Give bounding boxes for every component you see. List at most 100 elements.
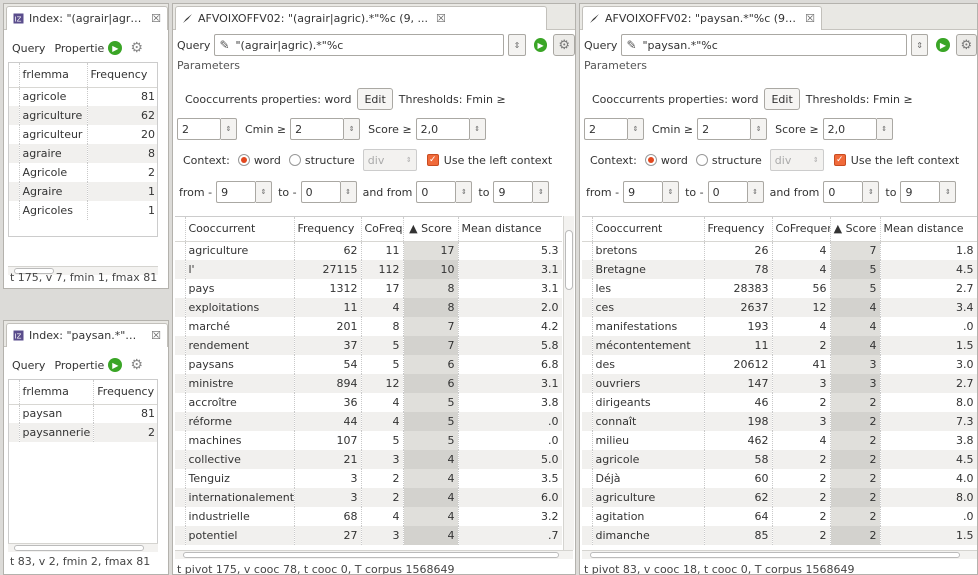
cmin-field[interactable]: 2	[290, 118, 345, 140]
to2-field[interactable]: 9	[493, 181, 534, 203]
table-row[interactable]: internationalement 3 2 4 6.0	[175, 488, 562, 507]
to-field[interactable]: 0	[707, 181, 748, 203]
wand-icon[interactable]: ✎	[626, 38, 636, 52]
to2-spinner[interactable]: ⇕	[940, 181, 957, 203]
index-hscroll[interactable]	[8, 543, 158, 552]
table-row[interactable]: agriculture 62 11 17 5.3	[175, 241, 562, 260]
fmin-spinner[interactable]: ⇕	[221, 118, 237, 140]
table-row[interactable]: Agraire 1	[9, 182, 157, 201]
structure-select[interactable]: div ⇕	[362, 149, 417, 171]
table-row[interactable]: exploitations 11 4 8 2.0	[175, 298, 562, 317]
structure-radio[interactable]	[288, 154, 301, 166]
table-row[interactable]: potentiel 27 3 4.7	[175, 526, 562, 545]
column-header-frlemma[interactable]: frlemma	[19, 380, 95, 405]
cooccurrence-hscroll[interactable]	[582, 550, 977, 559]
table-row[interactable]: connaît 198 3 2 7.3	[582, 412, 977, 431]
table-row[interactable]: marché 201 8 7 4.2	[175, 317, 562, 336]
cooccurrence-vscroll[interactable]	[563, 216, 574, 550]
structure-select[interactable]: div ⇕	[769, 149, 824, 171]
tab-cooccurrence-paysan[interactable]: AFVOIXOFFV02: "paysan.*"%c (9, 9) ☒	[582, 6, 822, 30]
table-row[interactable]: bretons 26 4 7 1.8	[582, 241, 977, 260]
structure-radio[interactable]	[695, 154, 708, 166]
table-row[interactable]: Déjà 60 2 2 4.0	[582, 469, 977, 488]
query-input[interactable]: ✎ "paysan.*"%c	[621, 34, 907, 56]
and-from-field[interactable]: 0	[416, 181, 457, 203]
table-row[interactable]: paysans 54 5 6 6.8	[175, 355, 562, 374]
column-header-cooccurrent[interactable]: Cooccurrent	[185, 217, 295, 242]
gear-icon[interactable]: ⚙	[553, 34, 575, 56]
and-from-field[interactable]: 0	[823, 181, 864, 203]
close-icon[interactable]: ☒	[151, 329, 161, 342]
to2-spinner[interactable]: ⇕	[533, 181, 550, 203]
table-row[interactable]: ministre 894 12 6 3.1	[175, 374, 562, 393]
word-radio[interactable]	[237, 154, 250, 166]
tab-index-paysan[interactable]: IZ Index: "paysan.*"%... ☒	[6, 323, 168, 347]
column-header-frequency[interactable]: Frequency	[294, 217, 362, 242]
edit-button[interactable]: Edit	[357, 88, 393, 110]
table-row[interactable]: Agricoles 1	[9, 201, 157, 220]
query-spinner[interactable]: ⇕	[508, 34, 526, 56]
column-header-mean-distance[interactable]: Mean distance	[880, 217, 977, 242]
score-field[interactable]: 2,0	[415, 118, 470, 140]
score-field[interactable]: 2,0	[822, 118, 877, 140]
from-field[interactable]: 9	[216, 181, 257, 203]
to-field[interactable]: 0	[300, 181, 341, 203]
table-row[interactable]: dimanche 85 2 2 1.5	[582, 526, 977, 545]
table-row[interactable]: agricole 81	[9, 87, 157, 106]
table-row[interactable]: Bretagne 78 4 5 4.5	[582, 260, 977, 279]
play-icon[interactable]: ▶	[936, 38, 950, 52]
play-icon[interactable]: ▶	[108, 358, 123, 372]
table-row[interactable]: Tenguiz 3 2 4 3.5	[175, 469, 562, 488]
column-header-cooccurrent[interactable]: Cooccurrent	[592, 217, 705, 242]
query-spinner[interactable]: ⇕	[910, 34, 929, 56]
cmin-spinner[interactable]: ⇕	[344, 118, 361, 140]
table-row[interactable]: agriculture 62 2 2 8.0	[582, 488, 977, 507]
column-header-frequency[interactable]: Frequency	[87, 63, 157, 88]
column-header-frlemma[interactable]: frlemma	[19, 63, 88, 88]
table-row[interactable]: machines 107 5 5.0	[175, 431, 562, 450]
table-row[interactable]: agriculteur 20	[9, 125, 157, 144]
column-header-cofrequency[interactable]: CoFrequ	[361, 217, 404, 242]
gear-icon[interactable]: ⚙	[955, 34, 977, 56]
column-header-cofrequency[interactable]: CoFrequer	[772, 217, 831, 242]
table-row[interactable]: ces 2637 12 4 3.4	[582, 298, 977, 317]
from-field[interactable]: 9	[623, 181, 664, 203]
fmin-field[interactable]: 2	[584, 118, 628, 140]
column-header-frequency[interactable]: Frequency	[704, 217, 773, 242]
table-row[interactable]: manifestations 193 4 4.0	[582, 317, 977, 336]
table-row[interactable]: agricole 58 2 2 4.5	[582, 450, 977, 469]
column-header-frequency[interactable]: Frequency	[93, 380, 157, 405]
table-row[interactable]: agriculture 62	[9, 106, 157, 125]
table-row[interactable]: dirigeants 46 2 2 8.0	[582, 393, 977, 412]
use-left-context-checkbox[interactable]: ✓	[426, 154, 439, 166]
word-radio[interactable]	[644, 154, 657, 166]
table-row[interactable]: Agricole 2	[9, 163, 157, 182]
from-spinner[interactable]: ⇕	[256, 181, 273, 203]
table-row[interactable]: agraire 8	[9, 144, 157, 163]
score-spinner[interactable]: ⇕	[469, 118, 486, 140]
use-left-context-checkbox[interactable]: ✓	[833, 154, 846, 166]
fmin-field[interactable]: 2	[177, 118, 221, 140]
wand-icon[interactable]: ✎	[219, 38, 229, 52]
edit-button[interactable]: Edit	[764, 88, 800, 110]
table-row[interactable]: rendement 37 5 7 5.8	[175, 336, 562, 355]
table-row[interactable]: collective 21 3 4 5.0	[175, 450, 562, 469]
table-row[interactable]: l' 27115 112 10 3.1	[175, 260, 562, 279]
table-row[interactable]: les 28383 56 5 2.7	[582, 279, 977, 298]
table-row[interactable]: accroître 36 4 5 3.8	[175, 393, 562, 412]
column-header-score[interactable]: ▲ Score	[403, 217, 459, 242]
table-row[interactable]: pays 1312 17 8 3.1	[175, 279, 562, 298]
cooccurrence-hscroll[interactable]	[175, 550, 573, 559]
from-spinner[interactable]: ⇕	[663, 181, 680, 203]
gear-icon[interactable]: ⚙	[130, 40, 143, 56]
gear-icon[interactable]: ⚙	[130, 357, 143, 373]
play-icon[interactable]: ▶	[533, 38, 548, 52]
fmin-spinner[interactable]: ⇕	[628, 118, 644, 140]
column-header-mean-distance[interactable]: Mean distance	[458, 217, 562, 242]
to-spinner[interactable]: ⇕	[747, 181, 764, 203]
table-row[interactable]: mécontentement 11 2 4 1.5	[582, 336, 977, 355]
query-input[interactable]: ✎ "(agrair|agric).*"%c	[214, 34, 505, 56]
table-row[interactable]: industrielle 68 4 4 3.2	[175, 507, 562, 526]
cmin-field[interactable]: 2	[697, 118, 752, 140]
cmin-spinner[interactable]: ⇕	[751, 118, 768, 140]
